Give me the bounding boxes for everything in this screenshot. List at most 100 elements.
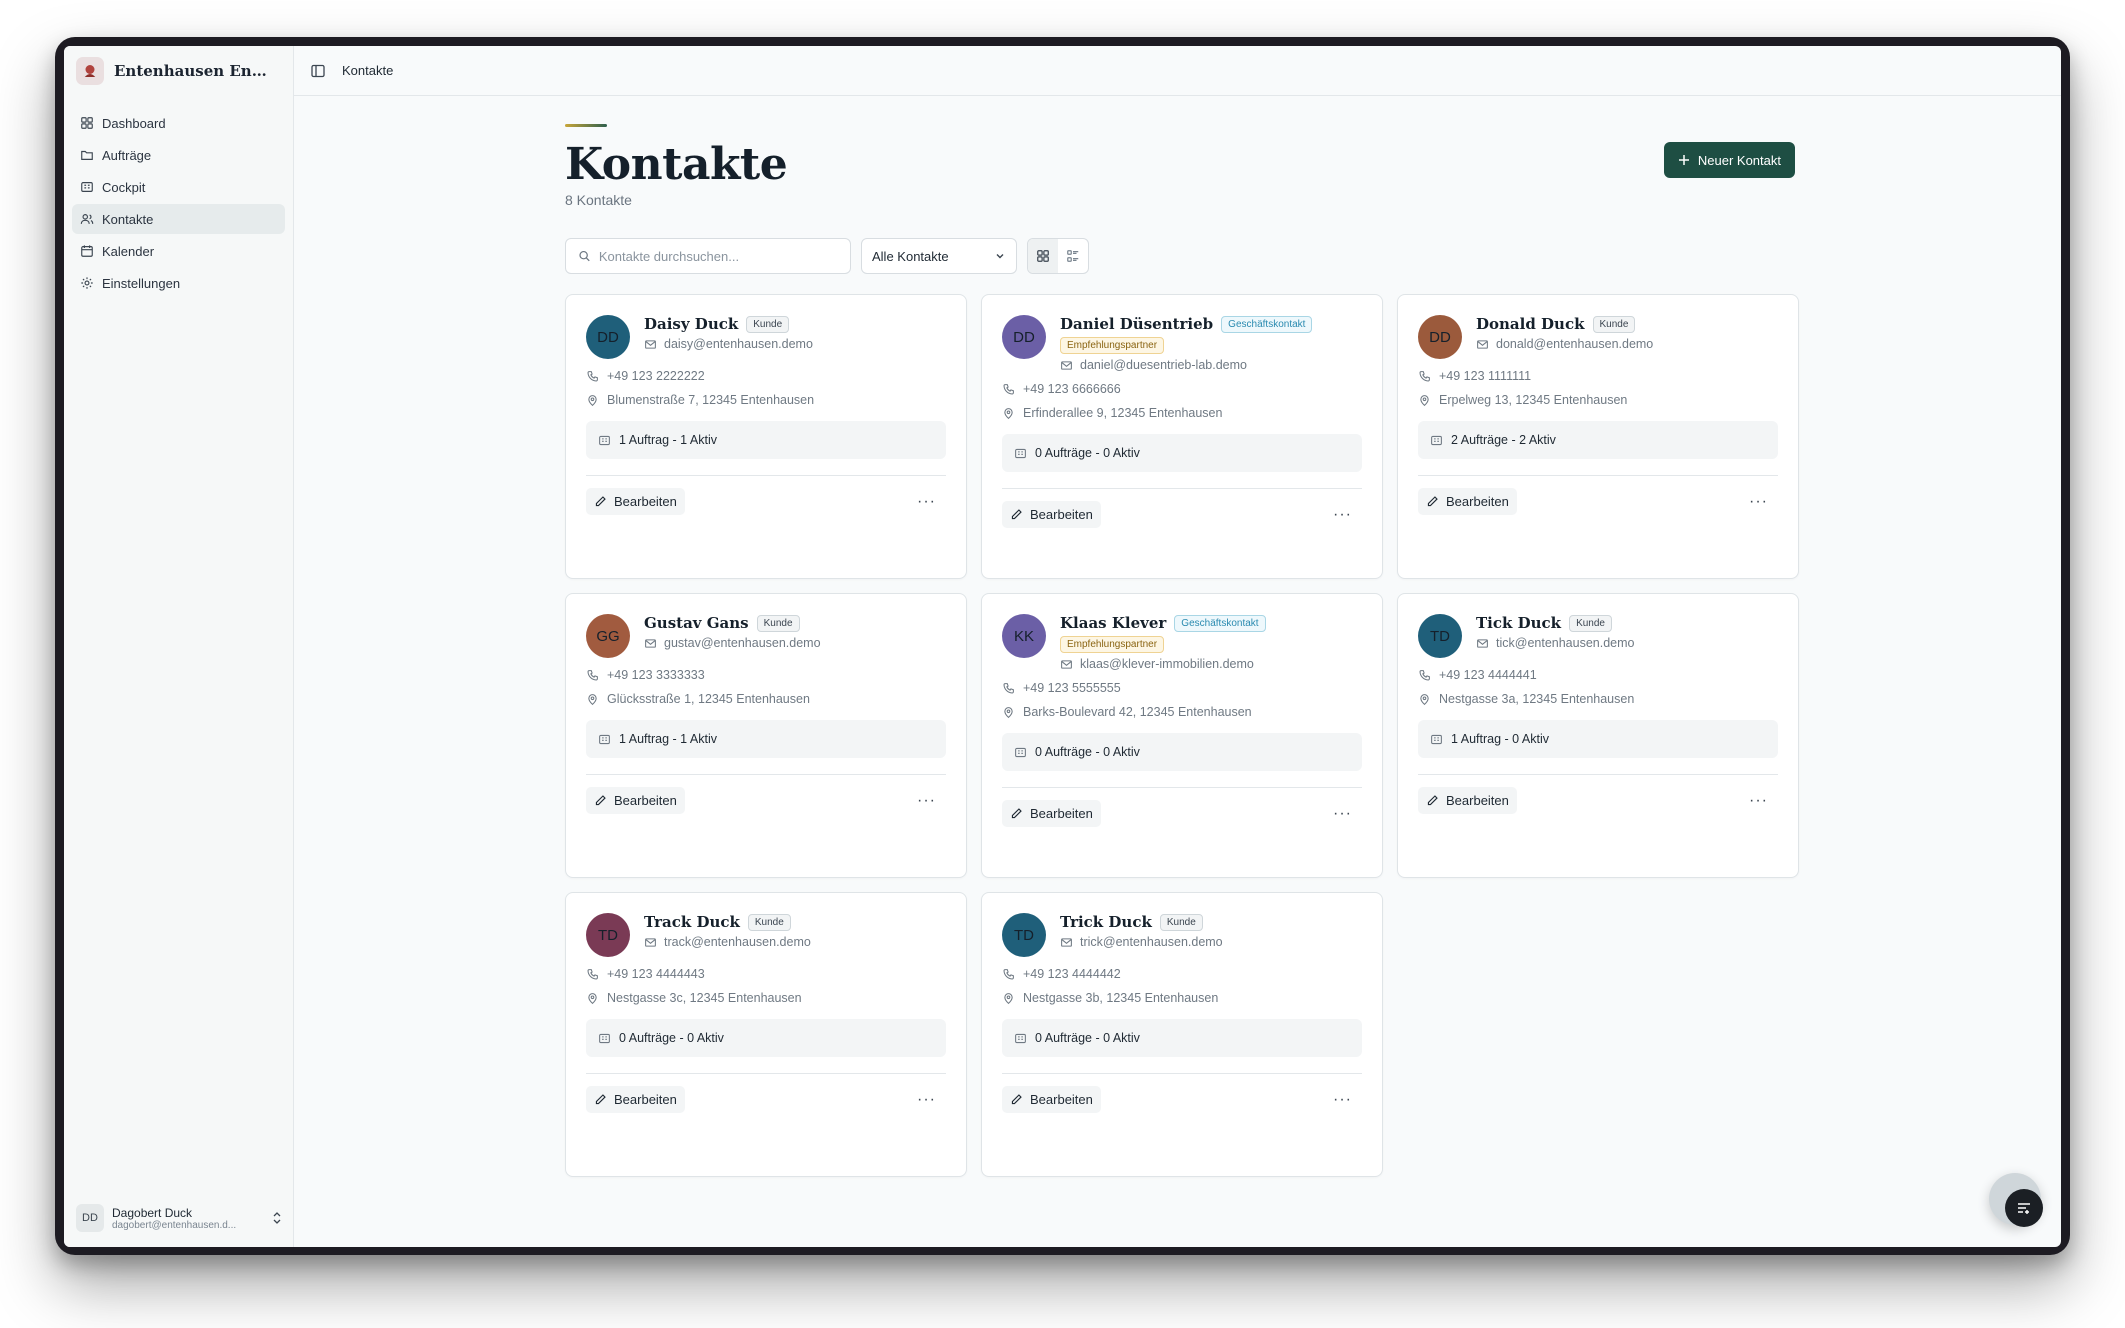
divider [1002,787,1362,788]
contact-address-row: Nestgasse 3c, 12345 Entenhausen [586,991,946,1005]
sidebar-item-einstellungen[interactable]: Einstellungen [72,268,285,298]
contact-phone[interactable]: +49 123 3333333 [607,668,705,682]
edit-button[interactable]: Bearbeiten [1002,800,1101,827]
contact-orders-text: 0 Aufträge - 0 Aktiv [1035,1031,1140,1045]
more-options-icon[interactable]: ··· [1323,805,1362,823]
filter-select[interactable]: Alle Kontakte [861,238,1017,274]
contact-card[interactable]: TD Tick Duck Kunde tick@entenhausen.demo… [1397,593,1799,878]
more-options-icon[interactable]: ··· [907,493,946,511]
sidebar-item-cockpit[interactable]: Cockpit [72,172,285,202]
contact-phone[interactable]: +49 123 4444441 [1439,668,1537,682]
sidebar-item-auftraege[interactable]: Aufträge [72,140,285,170]
contact-phone[interactable]: +49 123 6666666 [1023,382,1121,396]
pencil-icon [595,795,606,806]
more-options-icon[interactable]: ··· [1739,792,1778,810]
phone-icon [587,669,598,680]
contact-orders: 0 Aufträge - 0 Aktiv [1002,434,1362,472]
contact-name[interactable]: Trick Duck [1060,913,1152,931]
contact-card[interactable]: DD Daniel Düsentrieb Geschäftskontakt Emp… [981,294,1383,579]
map-pin-icon [588,992,597,1004]
contact-email[interactable]: tick@entenhausen.demo [1496,636,1634,650]
topbar: Kontakte [294,46,2061,96]
building-icon [81,182,93,192]
more-options-icon[interactable]: ··· [1323,1091,1362,1109]
user-menu[interactable]: DD Dagobert Duck dagobert@entenhausen.d.… [76,1201,283,1235]
edit-button[interactable]: Bearbeiten [1418,787,1517,814]
search-input[interactable] [598,248,838,264]
edit-button-label: Bearbeiten [1446,793,1509,808]
contact-name[interactable]: Klaas Klever [1060,614,1166,632]
contact-phone[interactable]: +49 123 1111111 [1439,369,1531,383]
contact-orders-text: 0 Aufträge - 0 Aktiv [1035,446,1140,460]
floating-action-button[interactable] [1989,1173,2043,1227]
brand-name: Entenhausen Energi... [114,62,274,80]
divider [586,774,946,775]
contact-name[interactable]: Donald Duck [1476,315,1585,333]
sidebar-toggle-icon[interactable] [310,63,326,79]
grid-view-button[interactable] [1028,239,1058,273]
search-box [565,238,851,274]
page-content: Kontakte 8 Kontakte Neuer Kontakt Alle K… [565,124,1799,1177]
map-pin-icon [1420,693,1429,705]
sidebar-item-kontakte[interactable]: Kontakte [72,204,285,234]
contact-name[interactable]: Gustav Gans [644,614,749,632]
users-icon [80,214,94,224]
edit-button-label: Bearbeiten [614,1092,677,1107]
contact-address-row: Nestgasse 3b, 12345 Entenhausen [1002,991,1362,1005]
contact-email[interactable]: track@entenhausen.demo [664,935,811,949]
contact-name[interactable]: Daniel Düsentrieb [1060,315,1213,333]
contact-email-row: gustav@entenhausen.demo [644,636,946,650]
sidebar-item-label: Kontakte [102,211,154,227]
plus-icon [1678,155,1689,165]
contact-email[interactable]: gustav@entenhausen.demo [664,636,821,650]
contact-phone[interactable]: +49 123 4444442 [1023,967,1121,981]
brand[interactable]: Entenhausen Energi... [64,46,293,96]
contact-email[interactable]: trick@entenhausen.demo [1080,935,1223,949]
more-options-icon[interactable]: ··· [907,1091,946,1109]
contact-badge: Geschäftskontakt [1174,614,1266,632]
contact-card[interactable]: DD Donald Duck Kunde donald@entenhausen.… [1397,294,1799,579]
contact-phone-row: +49 123 4444441 [1418,668,1778,682]
contact-badge: Kunde [1159,913,1203,931]
edit-button[interactable]: Bearbeiten [586,1086,685,1113]
sidebar-item-kalender[interactable]: Kalender [72,236,285,266]
edit-button[interactable]: Bearbeiten [1002,1086,1101,1113]
contact-email[interactable]: daniel@duesentrieb-lab.demo [1080,358,1247,372]
contact-address: Blumenstraße 7, 12345 Entenhausen [607,393,815,407]
mail-icon [1061,659,1072,669]
toolbar: Alle Kontakte [565,238,1795,274]
avatar: TD [1002,913,1046,957]
mail-icon [1061,937,1072,947]
contact-card[interactable]: GG Gustav Gans Kunde gustav@entenhausen.… [565,593,967,878]
edit-button[interactable]: Bearbeiten [1418,488,1517,515]
contact-card[interactable]: DD Daisy Duck Kunde daisy@entenhausen.de… [565,294,967,579]
more-options-icon[interactable]: ··· [1739,493,1778,511]
contact-phone[interactable]: +49 123 4444443 [607,967,705,981]
sidebar-item-label: Dashboard [102,115,166,131]
contact-email[interactable]: klaas@klever-immobilien.demo [1080,657,1254,671]
contact-badge: Empfehlungspartner [1060,337,1165,354]
contact-email[interactable]: daisy@entenhausen.demo [664,337,813,351]
contact-phone[interactable]: +49 123 5555555 [1023,681,1121,695]
edit-button[interactable]: Bearbeiten [586,488,685,515]
more-options-icon[interactable]: ··· [1323,506,1362,524]
divider [586,1073,946,1074]
pencil-icon [595,496,606,507]
contact-email-row: track@entenhausen.demo [644,935,946,949]
contact-card[interactable]: TD Track Duck Kunde track@entenhausen.de… [565,892,967,1177]
contact-card[interactable]: TD Trick Duck Kunde trick@entenhausen.de… [981,892,1383,1177]
mail-icon [1477,339,1488,349]
contact-name[interactable]: Tick Duck [1476,614,1561,632]
contact-name[interactable]: Track Duck [644,913,740,931]
contact-name[interactable]: Daisy Duck [644,315,738,333]
sidebar-item-dashboard[interactable]: Dashboard [72,108,285,138]
more-options-icon[interactable]: ··· [907,792,946,810]
edit-button[interactable]: Bearbeiten [586,787,685,814]
contact-phone[interactable]: +49 123 2222222 [607,369,705,383]
edit-button[interactable]: Bearbeiten [1002,501,1101,528]
mail-icon [645,638,656,648]
contact-email[interactable]: donald@entenhausen.demo [1496,337,1653,351]
contact-card[interactable]: KK Klaas Klever Geschäftskontakt Empfehlu… [981,593,1383,878]
list-view-button[interactable] [1058,239,1088,273]
new-contact-button[interactable]: Neuer Kontakt [1663,142,1795,178]
